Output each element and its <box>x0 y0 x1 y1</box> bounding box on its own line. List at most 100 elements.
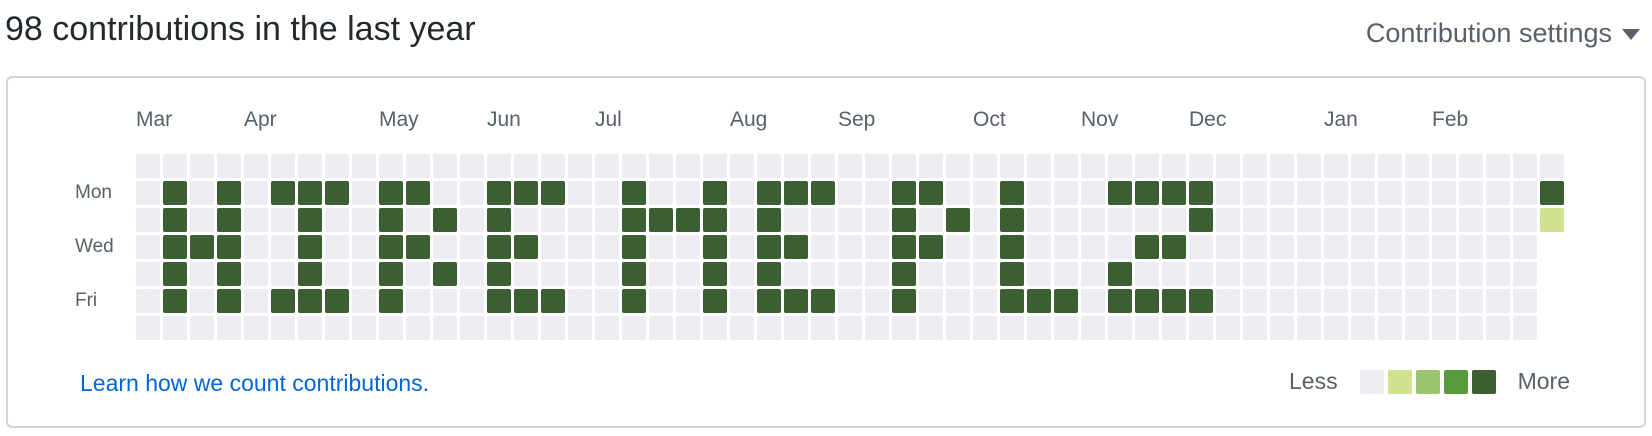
contribution-day-cell[interactable] <box>1513 289 1537 313</box>
contribution-day-cell[interactable] <box>1162 316 1186 340</box>
contribution-day-cell[interactable] <box>244 181 268 205</box>
contribution-day-cell[interactable] <box>757 262 781 286</box>
contribution-day-cell[interactable] <box>1135 181 1159 205</box>
contribution-day-cell[interactable] <box>1216 235 1240 259</box>
contribution-day-cell[interactable] <box>703 181 727 205</box>
contribution-day-cell[interactable] <box>649 289 673 313</box>
contribution-day-cell[interactable] <box>730 208 754 232</box>
contribution-day-cell[interactable] <box>379 262 403 286</box>
contribution-day-cell[interactable] <box>946 154 970 178</box>
contribution-day-cell[interactable] <box>352 289 376 313</box>
contribution-day-cell[interactable] <box>1135 208 1159 232</box>
contribution-day-cell[interactable] <box>1243 235 1267 259</box>
contribution-day-cell[interactable] <box>1351 154 1375 178</box>
contribution-day-cell[interactable] <box>514 289 538 313</box>
contribution-day-cell[interactable] <box>622 235 646 259</box>
contribution-day-cell[interactable] <box>1513 181 1537 205</box>
contribution-day-cell[interactable] <box>298 181 322 205</box>
contribution-day-cell[interactable] <box>676 289 700 313</box>
contribution-day-cell[interactable] <box>406 235 430 259</box>
contribution-day-cell[interactable] <box>190 289 214 313</box>
contribution-day-cell[interactable] <box>217 316 241 340</box>
contribution-day-cell[interactable] <box>1378 208 1402 232</box>
contribution-day-cell[interactable] <box>1027 289 1051 313</box>
contribution-day-cell[interactable] <box>217 235 241 259</box>
contribution-day-cell[interactable] <box>433 208 457 232</box>
contribution-day-cell[interactable] <box>379 181 403 205</box>
contribution-day-cell[interactable] <box>1324 154 1348 178</box>
contribution-day-cell[interactable] <box>1378 181 1402 205</box>
contribution-day-cell[interactable] <box>1405 208 1429 232</box>
contribution-day-cell[interactable] <box>1270 316 1294 340</box>
contribution-day-cell[interactable] <box>1459 316 1483 340</box>
contribution-day-cell[interactable] <box>703 316 727 340</box>
contribution-day-cell[interactable] <box>730 289 754 313</box>
contribution-day-cell[interactable] <box>730 316 754 340</box>
contribution-day-cell[interactable] <box>757 235 781 259</box>
contribution-day-cell[interactable] <box>1081 208 1105 232</box>
contribution-day-cell[interactable] <box>298 262 322 286</box>
contribution-day-cell[interactable] <box>1243 262 1267 286</box>
contribution-day-cell[interactable] <box>163 181 187 205</box>
contribution-day-cell[interactable] <box>1513 235 1537 259</box>
contribution-day-cell[interactable] <box>244 289 268 313</box>
contribution-day-cell[interactable] <box>1324 262 1348 286</box>
contribution-day-cell[interactable] <box>1000 262 1024 286</box>
contribution-day-cell[interactable] <box>973 262 997 286</box>
contribution-day-cell[interactable] <box>784 208 808 232</box>
contribution-day-cell[interactable] <box>784 181 808 205</box>
contribution-day-cell[interactable] <box>244 262 268 286</box>
contribution-day-cell[interactable] <box>946 235 970 259</box>
contribution-day-cell[interactable] <box>919 235 943 259</box>
contribution-day-cell[interactable] <box>946 289 970 313</box>
contribution-day-cell[interactable] <box>1324 181 1348 205</box>
contribution-day-cell[interactable] <box>406 181 430 205</box>
contribution-day-cell[interactable] <box>649 316 673 340</box>
contribution-day-cell[interactable] <box>1270 208 1294 232</box>
contribution-day-cell[interactable] <box>541 289 565 313</box>
contribution-day-cell[interactable] <box>460 181 484 205</box>
contribution-day-cell[interactable] <box>433 289 457 313</box>
contribution-day-cell[interactable] <box>730 235 754 259</box>
contribution-day-cell[interactable] <box>1297 289 1321 313</box>
contribution-day-cell[interactable] <box>136 208 160 232</box>
contribution-day-cell[interactable] <box>1189 208 1213 232</box>
contribution-day-cell[interactable] <box>325 208 349 232</box>
contribution-day-cell[interactable] <box>460 154 484 178</box>
contribution-day-cell[interactable] <box>1432 289 1456 313</box>
contribution-day-cell[interactable] <box>514 208 538 232</box>
contribution-day-cell[interactable] <box>1297 262 1321 286</box>
contribution-day-cell[interactable] <box>163 262 187 286</box>
contribution-day-cell[interactable] <box>865 235 889 259</box>
contribution-day-cell[interactable] <box>757 208 781 232</box>
contribution-day-cell[interactable] <box>1243 181 1267 205</box>
contribution-day-cell[interactable] <box>595 208 619 232</box>
contribution-day-cell[interactable] <box>757 154 781 178</box>
contribution-day-cell[interactable] <box>460 208 484 232</box>
contribution-day-cell[interactable] <box>784 316 808 340</box>
contribution-day-cell[interactable] <box>676 154 700 178</box>
contribution-day-cell[interactable] <box>757 316 781 340</box>
contribution-day-cell[interactable] <box>622 154 646 178</box>
contribution-day-cell[interactable] <box>379 289 403 313</box>
contribution-day-cell[interactable] <box>919 289 943 313</box>
contribution-day-cell[interactable] <box>1054 208 1078 232</box>
contribution-day-cell[interactable] <box>379 208 403 232</box>
contribution-day-cell[interactable] <box>784 262 808 286</box>
contribution-day-cell[interactable] <box>1351 316 1375 340</box>
contribution-day-cell[interactable] <box>784 154 808 178</box>
contribution-day-cell[interactable] <box>1486 289 1510 313</box>
contribution-day-cell[interactable] <box>838 208 862 232</box>
contribution-day-cell[interactable] <box>541 154 565 178</box>
contribution-day-cell[interactable] <box>1108 316 1132 340</box>
contribution-day-cell[interactable] <box>703 289 727 313</box>
contribution-day-cell[interactable] <box>649 208 673 232</box>
contribution-day-cell[interactable] <box>1000 208 1024 232</box>
contribution-day-cell[interactable] <box>676 262 700 286</box>
contribution-day-cell[interactable] <box>406 262 430 286</box>
contribution-day-cell[interactable] <box>973 181 997 205</box>
contribution-day-cell[interactable] <box>838 235 862 259</box>
contribution-day-cell[interactable] <box>1054 316 1078 340</box>
contribution-day-cell[interactable] <box>919 181 943 205</box>
contribution-day-cell[interactable] <box>541 208 565 232</box>
